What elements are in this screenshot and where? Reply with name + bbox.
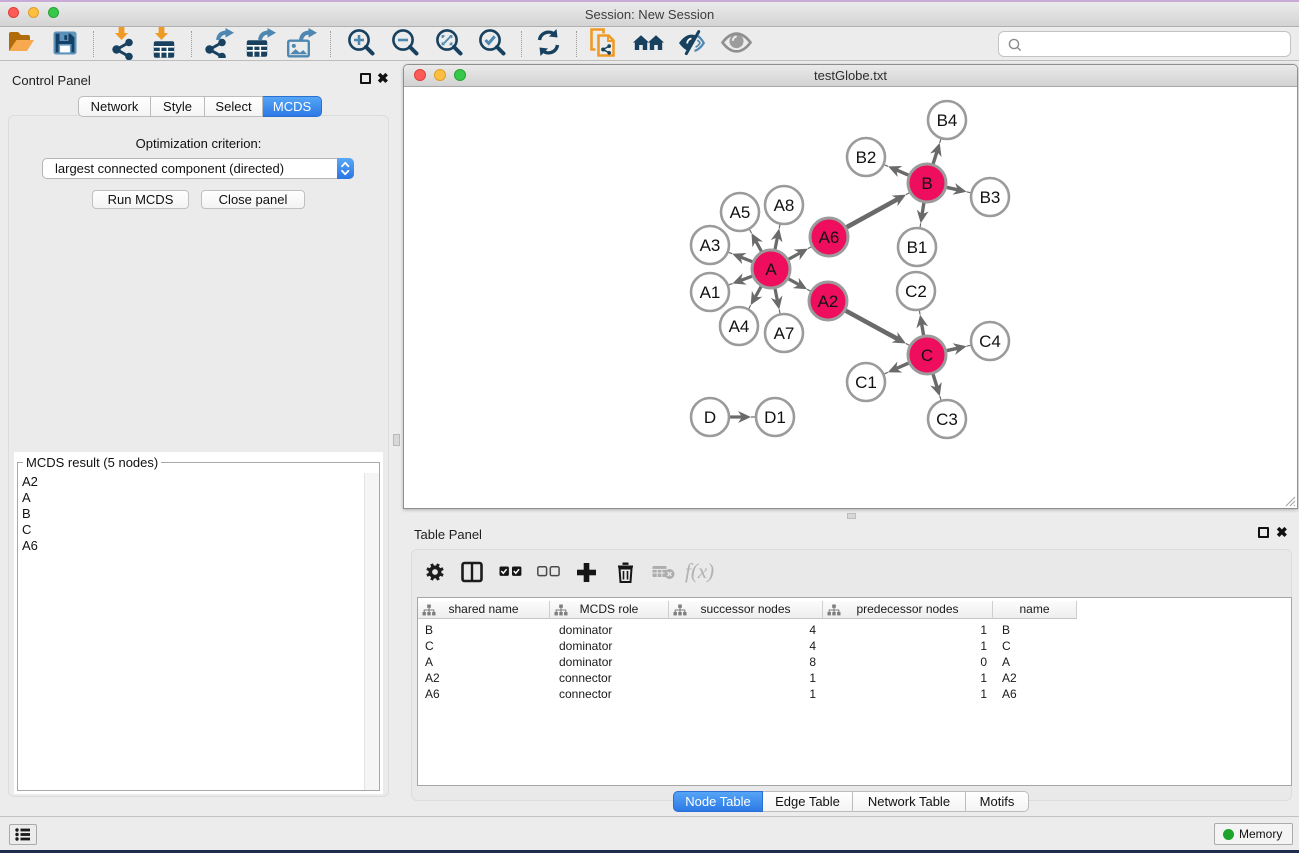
- svg-text:A6: A6: [819, 228, 840, 247]
- svg-text:A4: A4: [729, 317, 750, 336]
- svg-text:A5: A5: [730, 203, 751, 222]
- svg-text:B3: B3: [980, 188, 1001, 207]
- svg-text:B: B: [921, 174, 932, 193]
- svg-text:C2: C2: [905, 282, 927, 301]
- svg-text:B2: B2: [856, 148, 877, 167]
- svg-text:A1: A1: [700, 283, 721, 302]
- svg-text:A7: A7: [774, 324, 795, 343]
- svg-text:D: D: [704, 408, 716, 427]
- svg-text:D1: D1: [764, 408, 786, 427]
- svg-text:A2: A2: [818, 292, 839, 311]
- svg-text:C1: C1: [855, 373, 877, 392]
- svg-text:A3: A3: [700, 236, 721, 255]
- svg-text:A: A: [765, 260, 777, 279]
- svg-text:C: C: [921, 346, 933, 365]
- svg-text:B4: B4: [937, 111, 958, 130]
- svg-text:C4: C4: [979, 332, 1001, 351]
- svg-text:B1: B1: [907, 238, 928, 257]
- svg-text:A8: A8: [774, 196, 795, 215]
- svg-text:C3: C3: [936, 410, 958, 429]
